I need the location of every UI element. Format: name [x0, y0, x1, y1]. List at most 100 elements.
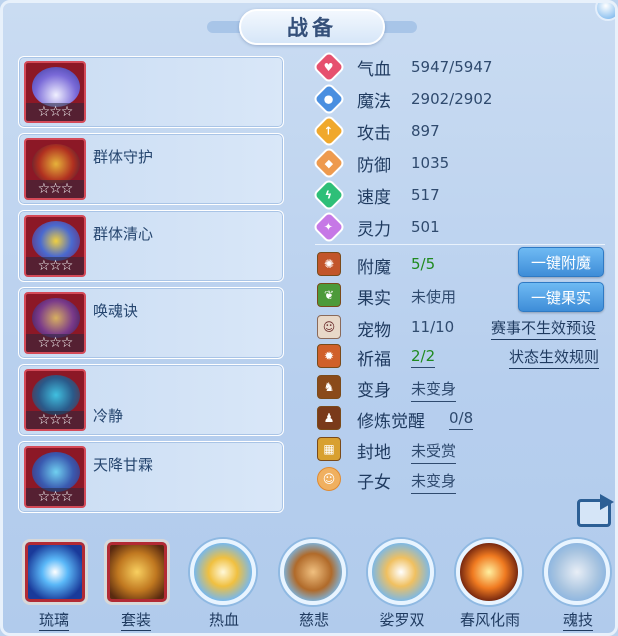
stat-value: 517: [411, 186, 440, 204]
tab-suit[interactable]: 套装: [94, 531, 174, 631]
skill-card[interactable]: ☆☆☆: [18, 56, 284, 128]
tab-rexue[interactable]: 热血: [182, 531, 262, 631]
skill-card[interactable]: ☆☆☆ 群体清心: [18, 210, 284, 282]
attr-row-fief: ▦ 封地 未受赏: [315, 435, 615, 465]
stat-value: 897: [411, 122, 440, 140]
tab-label: 娑罗双: [379, 611, 425, 629]
fruit-icon: ❦: [317, 283, 341, 307]
fruit-value: 未使用: [411, 288, 457, 306]
skill-stars: ☆☆☆: [26, 180, 84, 198]
attr-label: 果实: [357, 289, 391, 309]
stat-label: 攻击: [357, 123, 391, 144]
skill-stars: ☆☆☆: [26, 488, 84, 506]
calm-skill-icon: ☆☆☆: [24, 369, 86, 431]
bottom-tab-bar: 琉璃 套装 热血 慈悲 娑罗双 春风化雨 魂技: [6, 531, 615, 633]
burst-icon: [456, 539, 522, 605]
enchant-value: 5/5: [411, 255, 436, 273]
tab-suoluoshuang[interactable]: 娑罗双: [360, 531, 440, 631]
spirit-icon: ✦: [312, 210, 346, 244]
child-value[interactable]: 未变身: [411, 470, 457, 494]
stat-label: 防御: [357, 155, 391, 176]
skill-card[interactable]: ☆☆☆ 天降甘霖: [18, 441, 284, 513]
skill-name: 群体清心: [93, 225, 154, 243]
heart-icon: ♥: [312, 50, 346, 84]
skill-card[interactable]: ☆☆☆ 冷静: [18, 364, 284, 436]
skill-stars: ☆☆☆: [26, 103, 84, 121]
stat-label: 灵力: [357, 219, 391, 240]
status-rules-link[interactable]: 状态生效规则: [509, 346, 600, 369]
cultivation-icon: ♟: [317, 406, 341, 430]
stat-label: 速度: [357, 187, 391, 208]
tab-hunji[interactable]: 魂技: [536, 531, 615, 631]
skill-list: ☆☆☆ ☆☆☆ 群体守护 ☆☆☆ 群体清心 ☆☆☆ 唤魂诀 ☆☆☆ 冷静 ☆☆☆…: [18, 56, 284, 518]
crystal-icon: [22, 539, 88, 605]
speed-icon: ϟ: [312, 178, 346, 212]
stats-panel: ♥ 气血 5947/5947 ● 魔法 2902/2902 ↑ 攻击 897 ◆…: [312, 50, 615, 244]
cleanse-skill-icon: ☆☆☆: [24, 215, 86, 277]
attr-label: 修炼觉醒: [357, 412, 425, 432]
tab-label: 春风化雨: [459, 611, 520, 629]
stat-row-mp: ● 魔法 2902/2902: [312, 82, 615, 116]
attr-label: 祈福: [357, 350, 391, 370]
attr-label: 封地: [357, 443, 391, 463]
attr-row-cultivation: ♟ 修炼觉醒 0/8: [315, 404, 615, 434]
panel-title: 战备: [239, 9, 385, 45]
scroll-icon: [280, 539, 346, 605]
stat-value: 2902/2902: [411, 90, 493, 108]
stat-row-defense: ◆ 防御 1035: [312, 146, 615, 180]
skill-card[interactable]: ☆☆☆ 唤魂诀: [18, 287, 284, 359]
soul-call-skill-icon: ☆☆☆: [24, 292, 86, 354]
warrior-icon: [190, 539, 256, 605]
skull-icon: [544, 539, 610, 605]
mana-icon: ●: [312, 82, 346, 116]
tab-label: 琉璃: [38, 611, 69, 631]
attr-label: 附魔: [357, 258, 391, 278]
skill-name: 天降甘霖: [93, 456, 154, 474]
one-click-enchant-button[interactable]: 一键附魔: [518, 247, 604, 277]
pet-avatar-icon: ☺: [317, 315, 341, 339]
feather-icon: [368, 539, 434, 605]
stat-label: 魔法: [357, 91, 391, 112]
stat-row-spirit: ✦ 灵力 501: [312, 210, 615, 244]
stat-value: 5947/5947: [411, 58, 493, 76]
tab-chunfeng[interactable]: 春风化雨: [448, 531, 528, 631]
stat-label: 气血: [357, 59, 391, 80]
tab-label: 魂技: [562, 611, 593, 631]
battle-prep-panel: 战备 ☆☆☆ ☆☆☆ 群体守护 ☆☆☆ 群体清心 ☆☆☆ 唤魂诀 ☆☆☆ 冷静 …: [0, 0, 618, 636]
stat-row-speed: ϟ 速度 517: [312, 178, 615, 212]
blessing-value[interactable]: 2/2: [411, 347, 436, 368]
event-preset-link[interactable]: 赛事不生效预设: [491, 317, 597, 340]
fan-skill-icon: ☆☆☆: [24, 61, 86, 123]
skill-stars: ☆☆☆: [26, 334, 84, 352]
skill-card[interactable]: ☆☆☆ 群体守护: [18, 133, 284, 205]
transform-value[interactable]: 未变身: [411, 378, 457, 402]
stat-row-attack: ↑ 攻击 897: [312, 114, 615, 148]
tab-cibei[interactable]: 慈悲: [272, 531, 352, 631]
pet-value: 11/10: [411, 318, 455, 336]
one-click-fruit-button[interactable]: 一键果实: [518, 282, 604, 312]
armor-set-icon: [104, 539, 170, 605]
blessing-icon: ✹: [317, 344, 341, 368]
share-icon[interactable]: [577, 494, 614, 527]
skill-stars: ☆☆☆: [26, 257, 84, 275]
skill-name: 群体守护: [93, 148, 154, 166]
corner-orb-icon: [595, 3, 615, 21]
stat-value: 501: [411, 218, 440, 236]
attack-icon: ↑: [312, 114, 346, 148]
cultivation-value[interactable]: 0/8: [449, 409, 474, 430]
tab-label: 热血: [208, 611, 239, 629]
fief-value[interactable]: 未受赏: [411, 440, 457, 464]
enchant-icon: ✺: [317, 252, 341, 276]
attr-row-child: ☺ 子女 未变身: [315, 465, 615, 495]
child-icon: ☺: [317, 467, 341, 491]
tab-label: 慈悲: [298, 611, 329, 629]
attr-row-transform: ♞ 变身 未变身: [315, 373, 615, 403]
fief-icon: ▦: [317, 437, 341, 461]
tab-label: 套装: [120, 611, 151, 631]
tab-liuli[interactable]: 琉璃: [12, 531, 92, 631]
skill-name: 唤魂诀: [93, 302, 139, 320]
attr-label: 宠物: [357, 321, 391, 341]
skill-name: 冷静: [93, 407, 124, 425]
attr-label: 子女: [357, 473, 391, 493]
stat-row-hp: ♥ 气血 5947/5947: [312, 50, 615, 84]
